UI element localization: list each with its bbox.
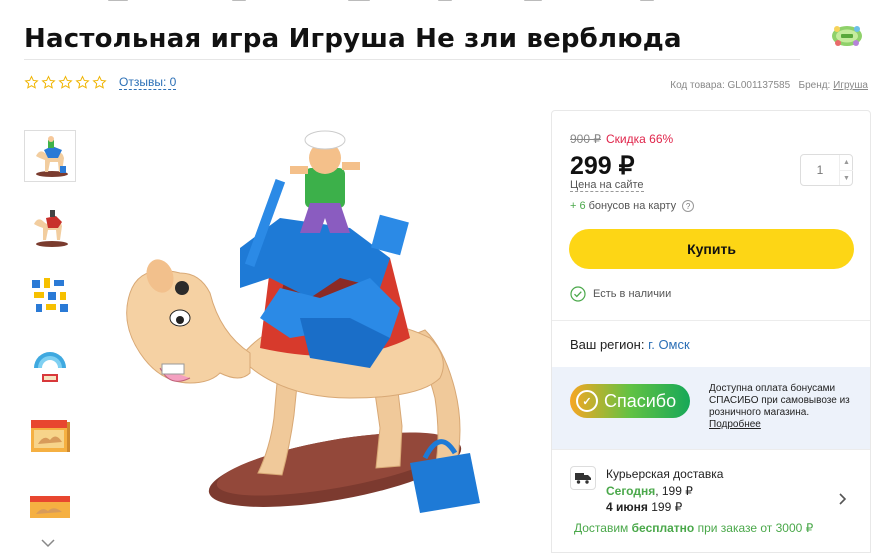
- star-icon[interactable]: [75, 75, 90, 90]
- spasibo-logo-text: Спасибо: [604, 390, 677, 411]
- star-icon[interactable]: [58, 75, 73, 90]
- bonus-amount: + 6: [570, 200, 586, 212]
- star-icon[interactable]: [24, 75, 39, 90]
- reviews-link[interactable]: Отзывы: 0: [119, 75, 177, 90]
- spasibo-more-link[interactable]: Подробнее: [709, 419, 761, 431]
- bonus-text: бонусов на карту: [588, 200, 677, 212]
- product-main-image[interactable]: [120, 118, 520, 548]
- delivery-date-price: 199 ₽: [647, 500, 683, 514]
- stock-status: Есть в наличии: [570, 286, 671, 302]
- old-price: 900 ₽: [570, 132, 601, 146]
- star-icon[interactable]: [92, 75, 107, 90]
- product-code: Код товара: GL001137585: [670, 80, 791, 91]
- buy-panel: 900 ₽ Скидка 66% 299 ₽ Цена на сайте 1 ▲…: [551, 110, 871, 553]
- thumbnail-5[interactable]: [24, 410, 76, 462]
- courier-delivery[interactable]: Курьерская доставка Сегодня, 199 ₽ 4 июн…: [552, 449, 870, 553]
- check-circle-icon: [570, 286, 586, 302]
- thumbnail-6[interactable]: [24, 480, 76, 532]
- bonus-info: + 6 бонусов на карту ?: [570, 200, 695, 212]
- free-delivery-bold: бесплатно: [631, 521, 695, 535]
- quantity-increase-icon[interactable]: ▲: [839, 155, 853, 170]
- quantity-value[interactable]: 1: [801, 163, 839, 177]
- region: Ваш регион: г. Омск: [570, 337, 690, 352]
- product-meta: Код товара: GL001137585 Бренд: Игруша: [670, 80, 868, 91]
- thumbnail-4[interactable]: [24, 340, 76, 392]
- delivery-today-price: , 199 ₽: [655, 484, 693, 498]
- title-divider: [24, 59, 800, 60]
- spasibo-promo: ✓ Спасибо Доступна оплата бонусами СПАСИ…: [552, 367, 870, 449]
- box-front-thumb: [31, 420, 70, 452]
- free-delivery-prefix: Доставим: [574, 521, 632, 535]
- current-price: 299 ₽: [570, 152, 635, 180]
- quantity-stepper[interactable]: 1 ▲ ▼: [800, 154, 853, 186]
- stock-label: Есть в наличии: [593, 288, 672, 300]
- discount-badge: Скидка 66%: [606, 132, 674, 146]
- product-title: Настольная игра Игруша Не зли верблюда: [24, 24, 682, 54]
- delivery-date: 4 июня 199 ₽: [606, 500, 682, 514]
- thumbnail-list: [24, 130, 78, 550]
- thumbnail-2[interactable]: [24, 200, 76, 252]
- region-label: Ваш регион:: [570, 337, 645, 352]
- buy-button[interactable]: Купить: [569, 229, 854, 269]
- chevron-down-icon[interactable]: [40, 537, 56, 549]
- brand-logo-icon[interactable]: [831, 24, 863, 48]
- camel-game-thumb: [36, 136, 68, 177]
- rating-row: Отзывы: 0: [24, 75, 177, 90]
- brand-link[interactable]: Игруша: [833, 80, 868, 91]
- delivery-date-label: 4 июня: [606, 500, 648, 514]
- accessories-thumb: [32, 278, 68, 312]
- region-row: Ваш регион: г. Омск: [552, 320, 870, 367]
- quantity-decrease-icon[interactable]: ▼: [839, 170, 853, 185]
- cards-thumb: [34, 352, 66, 382]
- thumbnail-1[interactable]: [24, 130, 76, 182]
- delivery-today-label: Сегодня: [606, 484, 656, 498]
- spasibo-description: Доступна оплата бонусами СПАСИБО при сам…: [709, 383, 859, 431]
- free-delivery-note: Доставим бесплатно при заказе от 3000 ₽: [574, 521, 813, 535]
- thumbnail-3[interactable]: [24, 270, 76, 322]
- region-city-link[interactable]: г. Омск: [648, 337, 690, 352]
- chevron-right-icon[interactable]: [838, 492, 848, 506]
- box-side-thumb: [30, 496, 70, 518]
- cropped-top-row: [0, 0, 876, 4]
- star-icon[interactable]: [41, 75, 56, 90]
- brand-label: Бренд:: [798, 80, 831, 91]
- delivery-today: Сегодня, 199 ₽: [606, 484, 693, 498]
- price-note[interactable]: Цена на сайте: [570, 179, 644, 192]
- delivery-title: Курьерская доставка: [606, 467, 724, 481]
- spasibo-logo[interactable]: ✓ Спасибо: [570, 384, 690, 418]
- truck-icon: [570, 466, 596, 490]
- spasibo-check-icon: ✓: [576, 390, 598, 412]
- camel-side-thumb: [34, 210, 68, 247]
- free-delivery-suffix: при заказе от 3000 ₽: [694, 521, 814, 535]
- help-icon[interactable]: ?: [682, 200, 695, 212]
- spasibo-description-text: Доступна оплата бонусами СПАСИБО при сам…: [709, 383, 850, 418]
